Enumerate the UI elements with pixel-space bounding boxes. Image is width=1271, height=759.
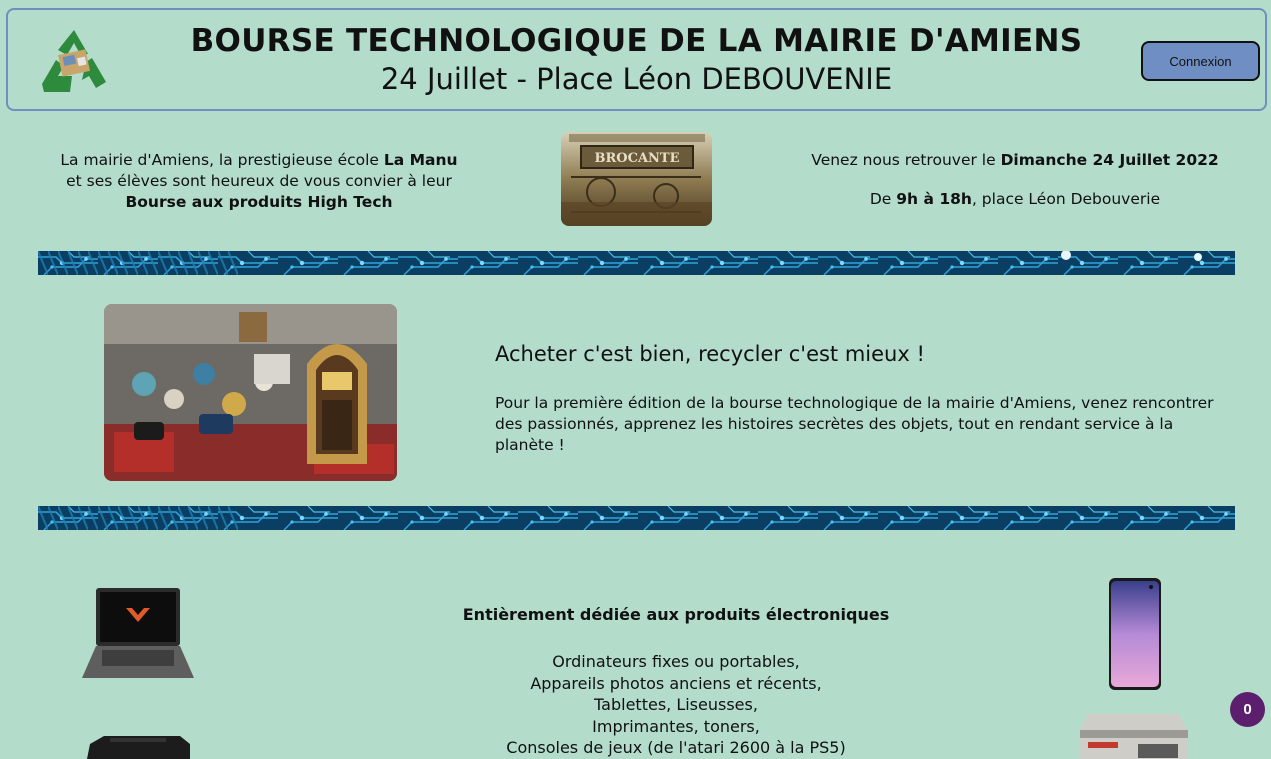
recycle-heading: Acheter c'est bien, recycler c'est mieux… bbox=[495, 342, 925, 366]
site-header: BOURSE TECHNOLOGIQUE DE LA MAIRIE D'AMIE… bbox=[6, 8, 1267, 111]
intro-text: La mairie d'Amiens, la prestigieuse écol… bbox=[28, 150, 490, 213]
intro-line-1: La mairie d'Amiens, la prestigieuse écol… bbox=[28, 150, 490, 171]
school-name: La Manu bbox=[383, 151, 458, 169]
brocante-image: BROCANTE bbox=[561, 132, 712, 226]
products-heading: Entièrement dédiée aux produits électron… bbox=[462, 605, 890, 624]
intro-line-2: et ses élèves sont heureux de vous convi… bbox=[66, 172, 452, 190]
login-button[interactable]: Connexion bbox=[1141, 41, 1260, 81]
event-hours-value: 9h à 18h bbox=[896, 190, 972, 208]
page-subtitle: 24 Juillet - Place Léon DEBOUVENIE bbox=[380, 62, 893, 96]
product-list: Ordinateurs fixes ou portables, Appareil… bbox=[376, 651, 976, 759]
laptop-image bbox=[82, 588, 194, 678]
list-item: Ordinateurs fixes ou portables, bbox=[552, 652, 800, 671]
page: BOURSE TECHNOLOGIQUE DE LA MAIRIE D'AMIE… bbox=[0, 0, 1271, 759]
printer-image bbox=[87, 736, 190, 759]
event-details: Venez nous retrouver le Dimanche 24 Juil… bbox=[790, 150, 1240, 210]
list-item: Imprimantes, toners, bbox=[592, 716, 760, 736]
event-name: Bourse aux produits High Tech bbox=[125, 193, 393, 211]
notification-badge[interactable]: 0 bbox=[1230, 692, 1265, 727]
circuit-banner-bottom bbox=[38, 506, 1235, 530]
smartphone-image bbox=[1109, 578, 1161, 690]
event-hours-prefix: De bbox=[869, 190, 897, 208]
page-title: BOURSE TECHNOLOGIQUE DE LA MAIRIE D'AMIE… bbox=[190, 23, 1083, 59]
circuit-banner-top bbox=[38, 251, 1235, 275]
event-hours: De 9h à 18h, place Léon Debouverie bbox=[790, 189, 1240, 210]
list-item: Consoles de jeux (de l'atari 2600 à la P… bbox=[506, 738, 846, 757]
list-item: Appareils photos anciens et récents, bbox=[530, 673, 822, 693]
vintage-items-image bbox=[104, 304, 397, 481]
event-place: , place Léon Debouverie bbox=[971, 190, 1161, 208]
list-item: Tablettes, Liseusses, bbox=[594, 695, 758, 714]
brocante-sign-text: BROCANTE bbox=[594, 151, 679, 166]
intro-line-3: Bourse aux produits High Tech bbox=[28, 192, 490, 213]
event-date-value: Dimanche 24 Juillet 2022 bbox=[1000, 151, 1219, 169]
event-date-prefix: Venez nous retrouver le bbox=[811, 151, 1001, 169]
recycle-description: Pour la première édition de la bourse te… bbox=[495, 394, 1214, 454]
intro-line-1-text: La mairie d'Amiens, la prestigieuse écol… bbox=[60, 151, 384, 169]
game-console-image bbox=[1080, 714, 1188, 759]
event-date: Venez nous retrouver le Dimanche 24 Juil… bbox=[790, 150, 1240, 171]
